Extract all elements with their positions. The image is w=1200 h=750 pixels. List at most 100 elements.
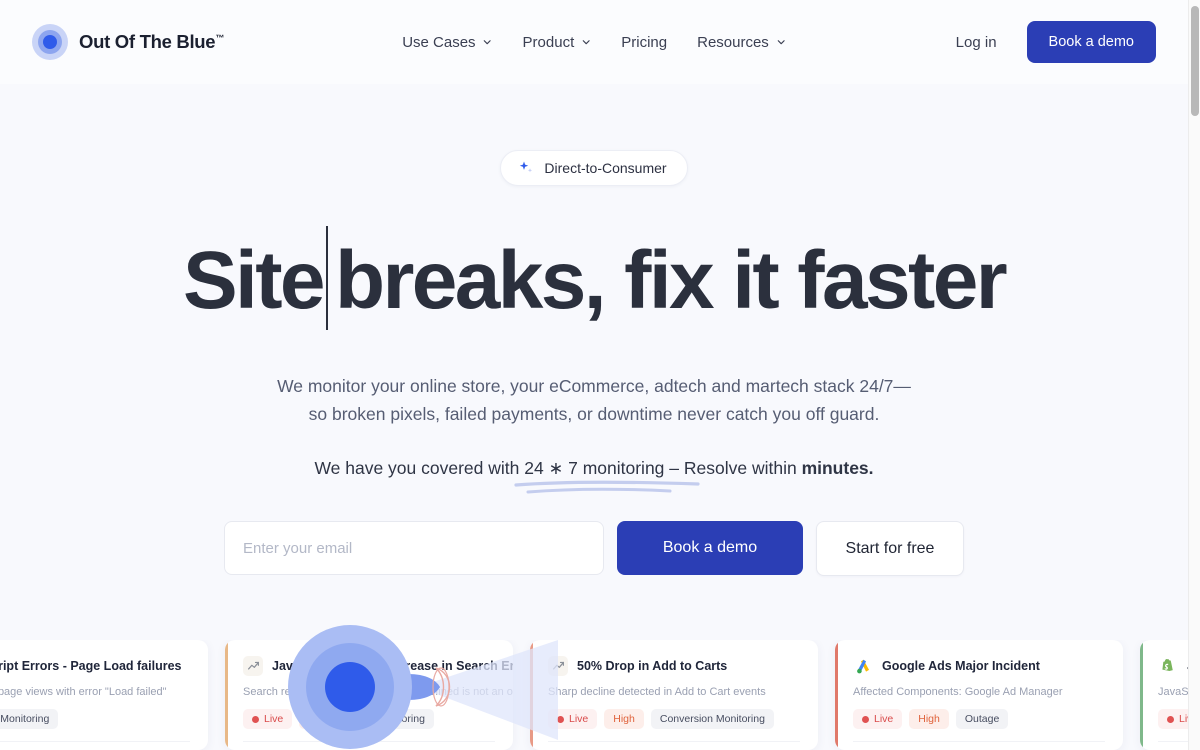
chevron-down-icon: [582, 40, 590, 45]
live-dot-icon: [1167, 715, 1174, 723]
tagline-middle: – Resolve within: [664, 458, 802, 478]
card-footer: Start of EventDuration: [548, 741, 800, 750]
tagline-underlined-phrase: 24 ∗ 7 monitoring: [514, 458, 700, 494]
status-badge-label: Live: [264, 713, 284, 725]
card-badges: Live High Conversion Monitoring: [548, 709, 800, 729]
nav-item-pricing[interactable]: Pricing: [621, 34, 667, 51]
concentric-circles-logo-icon: [32, 24, 68, 60]
status-badge: Live: [243, 709, 293, 729]
status-badge: Live: [548, 709, 598, 729]
status-badge: Live: [853, 709, 903, 729]
tagline-underlined-text: 24 ∗ 7 monitoring: [524, 458, 665, 478]
card-badges: Live: [1158, 709, 1188, 729]
nav-item-label: Use Cases: [402, 33, 476, 51]
book-a-demo-button[interactable]: Book a demo: [1026, 21, 1156, 63]
card-description: JavaScript error: [1158, 686, 1188, 698]
hero-tagline-row: We have you covered with 24 ∗ 7 monitori…: [0, 428, 1188, 494]
headline-typed-word: Site: [182, 235, 326, 326]
status-badge-label: Live: [874, 713, 894, 725]
card-header: JavaScript Errors: [1158, 656, 1188, 676]
status-badge: High: [299, 709, 339, 729]
status-badge-label: Conversion Monitoring: [659, 713, 765, 725]
status-badge: Site Monitoring: [0, 709, 59, 729]
start-for-free-button[interactable]: Start for free: [816, 521, 964, 576]
email-input[interactable]: [224, 521, 604, 575]
status-badge: Outage: [955, 709, 1009, 729]
brand-name: Out Of The Blue™: [79, 31, 224, 53]
status-badge-label: Outage: [964, 713, 1000, 725]
status-badge: High: [604, 709, 644, 729]
handdrawn-underline-icon: [514, 480, 700, 494]
status-badge-label: High: [918, 713, 940, 725]
tagline-prefix: We have you covered with: [314, 458, 525, 478]
scrollbar-thumb[interactable]: [1191, 6, 1199, 116]
card-badges: Live High Site Monitoring: [243, 709, 495, 729]
card-header: JavaScript Errors - Increase in Search E…: [243, 656, 513, 676]
card-accent-bar: [835, 640, 838, 750]
trend-line-icon: [243, 656, 263, 676]
status-badge-label: Live: [569, 713, 589, 725]
status-badge-label: Site Monitoring: [0, 713, 50, 725]
nav-item-label: Pricing: [621, 33, 668, 51]
headline-rest: breaks, fix it faster: [334, 235, 1008, 326]
status-badge-label: High: [308, 713, 330, 725]
google-ads-icon: [853, 656, 873, 676]
vertical-scrollbar[interactable]: [1188, 0, 1200, 750]
nav-item-resources[interactable]: Resources: [697, 34, 786, 51]
status-badge: Site Monitoring: [345, 709, 434, 729]
card-accent-bar: [1140, 640, 1143, 750]
card-header: 50% Drop in Add to Carts: [548, 656, 800, 676]
hero-cta-row: Book a demo Start for free: [0, 521, 1188, 576]
nav-item-use-cases[interactable]: Use Cases: [402, 34, 492, 51]
incident-card[interactable]: JavaScript Errors JavaScript error Live Sta…: [1140, 640, 1188, 750]
live-dot-icon: [862, 715, 869, 723]
card-footer: Start of EventDuration: [1158, 741, 1188, 750]
hero-subtitle: We monitor your online store, your eComm…: [0, 372, 1188, 428]
audience-badge[interactable]: Direct-to-Consumer: [500, 150, 688, 186]
shopify-icon: [1158, 656, 1178, 676]
nav-item-product[interactable]: Product: [523, 34, 592, 51]
trend-down-icon: [548, 656, 568, 676]
hero-subtitle-line-2: so broken pixels, failed payments, or do…: [308, 404, 880, 424]
card-accent-bar: [530, 640, 533, 750]
chevron-down-icon: [484, 40, 492, 45]
card-badges: LowSite Monitoring: [0, 709, 190, 729]
card-footer: Start of EventDuration: [0, 741, 190, 750]
card-description: Error affecting page views with error "L…: [0, 686, 167, 698]
nav-item-label: Resources: [697, 33, 769, 51]
card-description: Sharp decline detected in Add to Cart ev…: [548, 686, 766, 698]
card-badges: Live High Outage: [853, 709, 1105, 729]
page-title: Site breaks, fix it faster: [0, 226, 1188, 330]
status-badge: Conversion Monitoring: [650, 709, 774, 729]
card-footer: Start of EventDuration: [853, 741, 1105, 750]
primary-navigation: Use Cases Product Pricing Resources: [402, 34, 786, 51]
live-dot-icon: [557, 715, 564, 723]
site-header: Out Of The Blue™ Use Cases Product Prici…: [0, 0, 1188, 84]
hero-section: Direct-to-Consumer Site breaks, fix it fa…: [0, 84, 1188, 576]
hero-subtitle-line-1: We monitor your online store, your eComm…: [277, 376, 911, 396]
card-title: Google Ads Major Incident: [882, 659, 1040, 673]
status-badge-label: High: [613, 713, 635, 725]
status-badge: High: [909, 709, 949, 729]
header-actions: Log in Book a demo: [956, 21, 1156, 63]
incident-card[interactable]: 50% Drop in Add to Carts Sharp decline de…: [530, 640, 818, 750]
card-description: Search requests failing with error "unde…: [243, 686, 513, 698]
tagline-bold: minutes.: [801, 458, 874, 478]
incident-card[interactable]: JavaScript Errors - Page Load failures Er…: [0, 640, 208, 750]
brand-logo[interactable]: Out Of The Blue™: [32, 24, 224, 60]
status-badge-label: Site Monitoring: [354, 713, 425, 725]
status-badge: Live: [1158, 709, 1188, 729]
chevron-down-icon: [777, 40, 785, 45]
live-dot-icon: [252, 715, 259, 723]
card-accent-bar: [225, 640, 228, 750]
audience-badge-label: Direct-to-Consumer: [544, 160, 667, 176]
incident-card[interactable]: Google Ads Major Incident Affected Compon…: [835, 640, 1123, 750]
card-header: Google Ads Major Incident: [853, 656, 1105, 676]
hero-book-demo-button[interactable]: Book a demo: [617, 521, 803, 575]
card-header: JavaScript Errors - Page Load failures: [0, 656, 190, 676]
login-link[interactable]: Log in: [956, 34, 997, 51]
card-description: Affected Components: Google Ad Manager: [853, 686, 1063, 698]
incident-card[interactable]: JavaScript Errors - Increase in Search E…: [225, 640, 513, 750]
card-footer: Start of EventDuration: [243, 741, 495, 750]
card-title: JavaScript Errors - Page Load failures: [0, 659, 182, 673]
